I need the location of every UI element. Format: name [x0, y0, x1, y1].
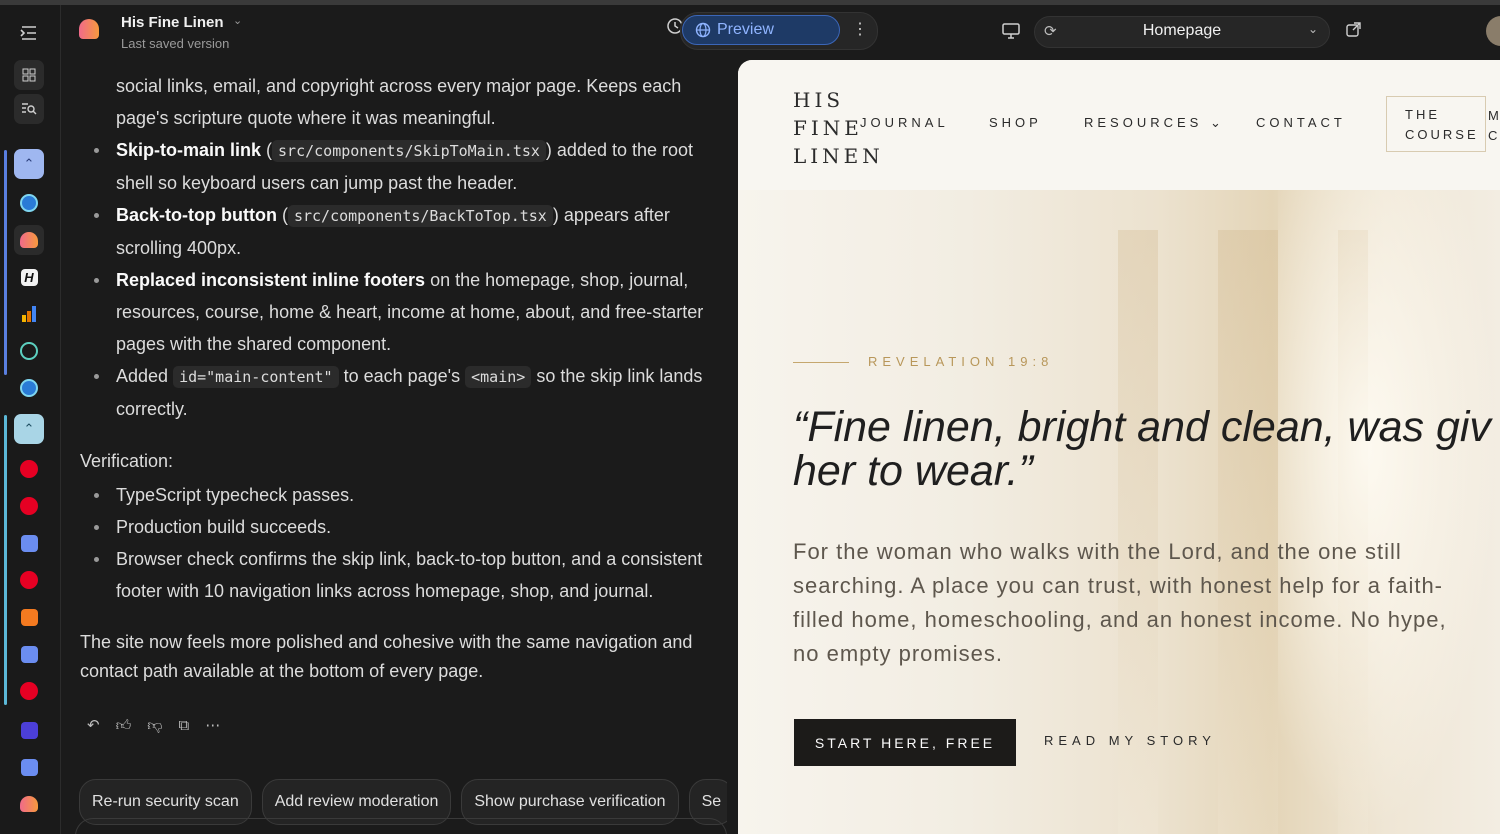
list-item: Production build succeeds. [94, 511, 727, 543]
code-span: id="main-content" [173, 366, 339, 388]
open-external-icon[interactable] [1346, 22, 1361, 41]
read-my-story-link[interactable]: READ MY STORY [1044, 733, 1216, 748]
hero-quote: “Fine linen, bright and clean, was giv h… [793, 403, 1491, 495]
app-rail: ⌃ H ⌃ [0, 5, 61, 834]
list-item: Browser check confirms the skip link, ba… [94, 543, 727, 607]
more-icon[interactable]: ⋯ [205, 710, 220, 742]
eyebrow-rule [793, 362, 849, 363]
linen-app-icon-2[interactable] [14, 789, 44, 819]
undo-icon[interactable]: ↶ [87, 710, 100, 742]
code-span: <main> [465, 366, 532, 388]
list-item: Added id="main-content" to each page's <… [94, 360, 727, 425]
intro-line-1: social links, email, and copyright acros… [116, 76, 682, 96]
nav-overflow-text: M C [1488, 108, 1500, 143]
chevron-down-icon: ⌄ [1308, 22, 1319, 36]
hero-background-image [1218, 230, 1278, 834]
the-course-button[interactable]: THE COURSE [1386, 96, 1486, 152]
changes-list: Skip-to-main link (src/components/SkipTo… [61, 134, 727, 425]
app-c-icon[interactable] [14, 188, 44, 218]
thumbs-up-icon[interactable]: 👍︎ [116, 710, 132, 742]
copy-icon[interactable]: ⧉ [179, 710, 190, 742]
project-logo-icon [79, 19, 99, 39]
preview-label: Preview [717, 21, 774, 38]
list-item: Skip-to-main link (src/components/SkipTo… [94, 134, 727, 199]
collapse-group-2-icon[interactable]: ⌃ [14, 414, 44, 444]
start-here-button[interactable]: START HERE, FREE [794, 719, 1016, 766]
thumbs-down-icon[interactable]: 👎︎ [147, 710, 162, 742]
save-status: Last saved version [121, 36, 230, 51]
list-item: Replaced inconsistent inline footers on … [94, 264, 727, 360]
loop-app-icon[interactable] [14, 336, 44, 366]
chevron-down-icon: ⌄ [1209, 115, 1225, 130]
scripture-reference: REVELATION 19:8 [868, 354, 1054, 369]
chevron-down-icon[interactable]: ⌄ [233, 14, 242, 27]
page-select-value: Homepage [1142, 22, 1222, 39]
avatar[interactable] [1486, 16, 1500, 46]
list-item: TypeScript typecheck passes. [94, 479, 727, 511]
verification-list: TypeScript typecheck passes. Production … [61, 479, 727, 607]
site-preview: HIS FINE LINEN JOURNAL SHOP RESOURCES ⌄ … [738, 60, 1500, 834]
pinterest-icon-3[interactable] [14, 565, 44, 595]
chat-input[interactable] [75, 818, 727, 834]
group-indicator [4, 150, 7, 375]
h-app-icon[interactable]: H [14, 262, 44, 292]
pinterest-icon[interactable] [14, 454, 44, 484]
nav-journal[interactable]: JOURNAL [860, 115, 949, 130]
project-header: His Fine Linen ⌄ Last saved version [61, 5, 727, 57]
site-header: HIS FINE LINEN JOURNAL SHOP RESOURCES ⌄ … [738, 60, 1500, 191]
nav-shop[interactable]: SHOP [989, 115, 1042, 130]
hero-light [1278, 190, 1498, 834]
doc-app-icon[interactable] [14, 528, 44, 558]
collapse-sidebar-icon[interactable] [14, 18, 44, 48]
hero-section: REVELATION 19:8 “Fine linen, bright and … [738, 190, 1500, 834]
pinterest-icon-4[interactable] [14, 676, 44, 706]
verification-heading: Verification: [80, 451, 174, 471]
nav-resources[interactable]: RESOURCES ⌄ [1084, 115, 1225, 131]
search-list-icon[interactable] [14, 94, 44, 124]
preview-button[interactable]: Preview [682, 15, 840, 45]
nav-contact[interactable]: CONTACT [1256, 115, 1346, 130]
summary-text: The site now feels more polished and coh… [80, 632, 693, 681]
message-actions: ↶ 👍︎ 👎︎ ⧉ ⋯ [87, 710, 220, 742]
analytics-icon[interactable] [14, 299, 44, 329]
more-options-icon[interactable]: ⋮ [852, 19, 868, 39]
project-title[interactable]: His Fine Linen [121, 14, 224, 31]
collapse-group-icon[interactable]: ⌃ [14, 149, 44, 179]
list-item: Back-to-top button (src/components/BackT… [94, 199, 727, 264]
orange-app-icon[interactable] [14, 602, 44, 632]
code-span: src/components/BackToTop.tsx [287, 205, 553, 227]
globe-icon [695, 22, 711, 38]
linen-app-icon[interactable] [14, 225, 44, 255]
doc-app-icon-3[interactable] [14, 752, 44, 782]
desktop-view-icon[interactable] [1002, 23, 1020, 44]
site-logo[interactable]: HIS FINE LINEN [793, 86, 880, 170]
code-span: src/components/SkipToMain.tsx [272, 140, 546, 162]
doc-app-icon-2[interactable] [14, 639, 44, 669]
hero-lead: For the woman who walks with the Lord, a… [793, 539, 1447, 666]
intro-line-2: page's scripture quote where it was mean… [116, 108, 496, 128]
chat-app-icon[interactable] [14, 715, 44, 745]
group-indicator-2 [4, 415, 7, 705]
pinterest-icon-2[interactable] [14, 491, 44, 521]
chat-transcript: social links, email, and copyright acros… [61, 60, 727, 834]
app-c2-icon[interactable] [14, 373, 44, 403]
grid-icon[interactable] [14, 60, 44, 90]
